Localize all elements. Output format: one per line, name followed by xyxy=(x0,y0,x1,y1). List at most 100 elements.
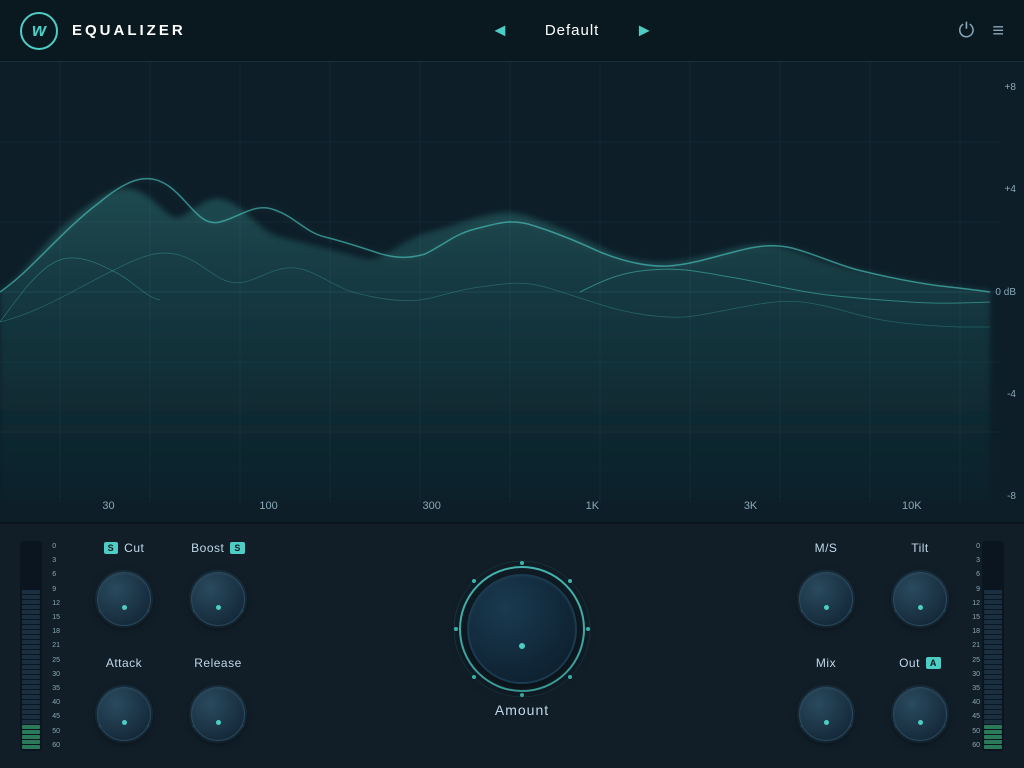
vu-seg xyxy=(984,730,1002,734)
vu-seg xyxy=(22,680,40,684)
vu-seg xyxy=(984,660,1002,664)
vu-seg xyxy=(984,685,1002,689)
db-label-zero: 0 dB xyxy=(995,287,1016,298)
vu-seg xyxy=(22,610,40,614)
vu-seg xyxy=(984,700,1002,704)
vu-seg xyxy=(22,625,40,629)
out-label-row: Out A xyxy=(899,656,941,670)
vu-seg xyxy=(984,630,1002,634)
attack-label: Attack xyxy=(106,656,142,670)
eq-curve-svg xyxy=(0,62,1024,522)
rvu-scale-0: 0 xyxy=(962,543,980,550)
attack-knob[interactable] xyxy=(97,687,151,741)
left-vu-segments xyxy=(20,541,42,751)
amount-knob[interactable] xyxy=(467,574,577,684)
vu-seg xyxy=(984,735,1002,739)
next-preset-button[interactable]: ► xyxy=(627,16,661,45)
vu-scale-30: 30 xyxy=(52,671,60,678)
power-button[interactable]: ⏻ xyxy=(958,21,974,41)
boost-group: Boost S xyxy=(186,541,250,636)
db-label-plus8: +8 xyxy=(995,82,1016,93)
controls-section: 0 3 6 9 12 15 18 21 25 30 35 40 45 50 60… xyxy=(0,522,1024,768)
vu-seg xyxy=(984,715,1002,719)
mix-group: Mix xyxy=(794,656,858,751)
logo: w xyxy=(20,12,58,50)
vu-seg xyxy=(22,705,40,709)
attack-label-row: Attack xyxy=(106,656,142,670)
rvu-scale-15: 15 xyxy=(962,614,980,621)
prev-preset-button[interactable]: ◄ xyxy=(483,16,517,45)
vu-seg xyxy=(22,745,40,749)
boost-label-row: Boost S xyxy=(191,541,245,555)
vu-seg xyxy=(22,590,40,594)
vu-seg xyxy=(984,650,1002,654)
vu-seg xyxy=(984,720,1002,724)
preset-name: Default xyxy=(545,22,600,39)
boost-label: Boost xyxy=(191,541,224,555)
freq-3k: 3K xyxy=(744,500,757,512)
vu-seg xyxy=(984,695,1002,699)
out-knob[interactable] xyxy=(893,687,947,741)
vu-scale-45: 45 xyxy=(52,713,60,720)
top-knob-row: S Cut xyxy=(92,541,250,636)
vu-seg xyxy=(22,600,40,604)
vu-scale-12: 12 xyxy=(52,600,60,607)
release-knob[interactable] xyxy=(191,687,245,741)
cut-s-badge: S xyxy=(104,542,119,554)
vu-seg xyxy=(22,595,40,599)
right-vu-scale: 0 3 6 9 12 15 18 21 25 30 35 40 45 50 60 xyxy=(962,541,980,751)
freq-1k: 1K xyxy=(586,500,599,512)
tilt-knob[interactable] xyxy=(893,572,947,626)
cut-knob-container xyxy=(92,567,156,636)
boost-s-badge: S xyxy=(230,542,245,554)
right-vu-segments xyxy=(982,541,1004,751)
right-bottom-knob-row: Mix Out xyxy=(794,656,952,751)
rvu-scale-50: 50 xyxy=(962,728,980,735)
vu-seg xyxy=(22,710,40,714)
db-labels: +8 +4 0 dB -4 -8 xyxy=(995,62,1016,522)
rvu-scale-25: 25 xyxy=(962,657,980,664)
right-top-knob-row: M/S Tilt xyxy=(794,541,952,636)
vu-scale-3: 3 xyxy=(52,557,60,564)
vu-seg xyxy=(22,635,40,639)
vu-scale-35: 35 xyxy=(52,685,60,692)
ms-label-row: M/S xyxy=(815,541,838,555)
vu-seg xyxy=(22,605,40,609)
vu-scale-50: 50 xyxy=(52,728,60,735)
freq-10k: 10K xyxy=(902,500,922,512)
cut-group: S Cut xyxy=(92,541,156,636)
vu-seg xyxy=(22,695,40,699)
freq-30: 30 xyxy=(102,500,114,512)
cut-label-row: S Cut xyxy=(104,541,145,555)
boost-knob[interactable] xyxy=(191,572,245,626)
vu-scale-9: 9 xyxy=(52,586,60,593)
vu-seg xyxy=(984,645,1002,649)
rvu-scale-3: 3 xyxy=(962,557,980,564)
header-right: ⏻ ≡ xyxy=(958,21,1004,41)
vu-seg xyxy=(984,670,1002,674)
eq-display: +8 +4 0 dB -4 -8 30 100 300 1K 3K 10K xyxy=(0,62,1024,522)
right-vu-container: 0 3 6 9 12 15 18 21 25 30 35 40 45 50 60 xyxy=(982,541,1004,751)
vu-seg xyxy=(22,675,40,679)
vu-seg xyxy=(984,625,1002,629)
rvu-scale-9: 9 xyxy=(962,586,980,593)
vu-seg xyxy=(22,645,40,649)
vu-seg xyxy=(984,710,1002,714)
vu-seg xyxy=(22,660,40,664)
cut-knob[interactable] xyxy=(97,572,151,626)
ms-label: M/S xyxy=(815,541,838,555)
mix-knob[interactable] xyxy=(799,687,853,741)
ms-knob[interactable] xyxy=(799,572,853,626)
vu-seg xyxy=(22,665,40,669)
rvu-scale-12: 12 xyxy=(962,600,980,607)
release-label-row: Release xyxy=(194,656,242,670)
menu-button[interactable]: ≡ xyxy=(992,21,1004,41)
boost-knob-container xyxy=(186,567,250,636)
rvu-scale-40: 40 xyxy=(962,699,980,706)
vu-seg xyxy=(22,735,40,739)
vu-seg xyxy=(984,680,1002,684)
tilt-group: Tilt xyxy=(888,541,952,636)
vu-seg xyxy=(984,635,1002,639)
vu-scale-0: 0 xyxy=(52,543,60,550)
rvu-scale-21: 21 xyxy=(962,642,980,649)
